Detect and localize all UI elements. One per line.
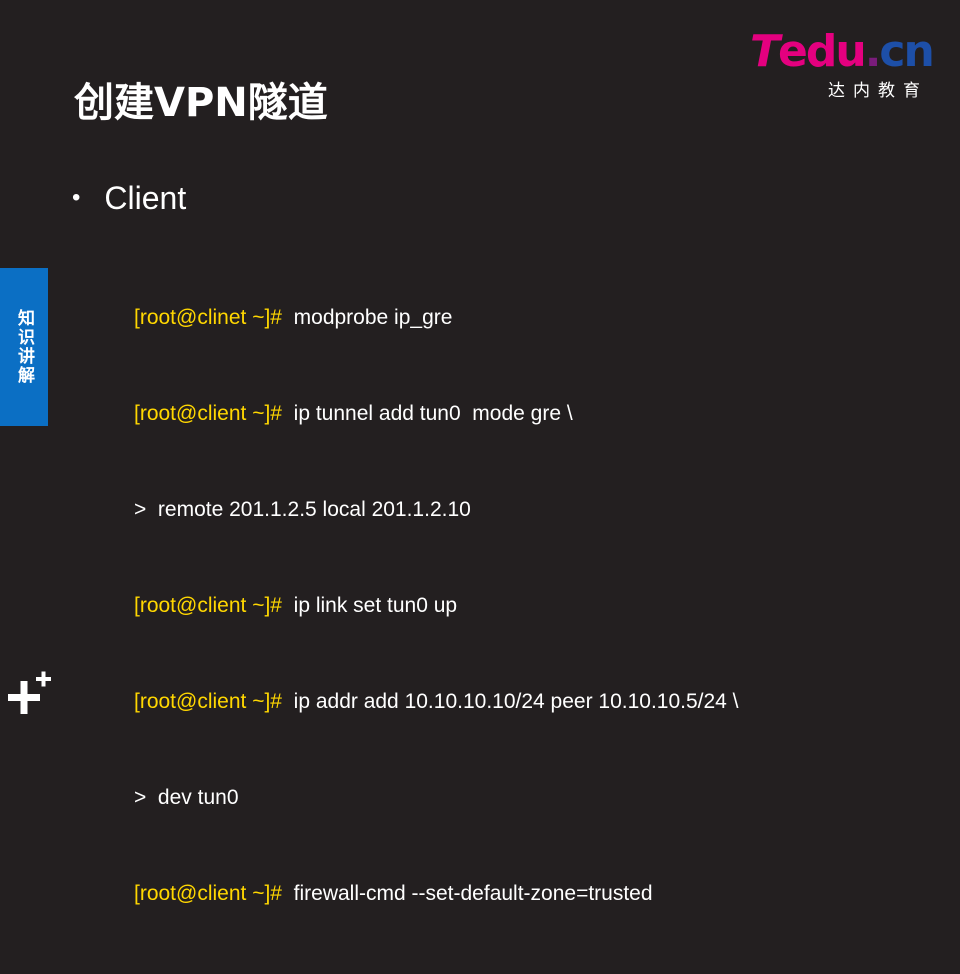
side-tab-knowledge: 知识讲解: [0, 268, 48, 426]
logo-letter-t: T: [750, 26, 780, 77]
code-command: firewall-cmd --set-default-zone=trusted: [281, 882, 653, 905]
code-line: > remote 201.1.2.5 local 201.1.2.10: [134, 494, 739, 526]
side-tab-label: 知识讲解: [14, 309, 34, 385]
code-line: [root@client ~]# ip tunnel add tun0 mode…: [134, 398, 739, 430]
bullet-text: Client: [104, 180, 187, 216]
plus-icon: [8, 671, 51, 714]
code-command: ip addr add 10.10.10.10/24 peer 10.10.10…: [281, 690, 739, 713]
code-line: [root@client ~]# firewall-cmd --set-defa…: [134, 878, 739, 910]
code-block: [root@clinet ~]# modprobe ip_gre [root@c…: [134, 238, 739, 974]
logo-wordmark: Tedu.cn: [750, 30, 935, 74]
logo-dot: .: [864, 26, 882, 77]
logo-edu: edu: [778, 26, 867, 77]
code-line: [root@client ~]# ip addr add 10.10.10.10…: [134, 686, 739, 718]
code-command: > dev tun0: [134, 786, 239, 809]
code-line: [root@clinet ~]# modprobe ip_gre: [134, 302, 739, 334]
tedu-logo: Tedu.cn 达内教育: [750, 30, 935, 102]
code-line: > dev tun0: [134, 782, 739, 814]
code-prompt: [root@client ~]#: [134, 402, 282, 425]
code-command: > remote 201.1.2.5 local 201.1.2.10: [134, 498, 471, 521]
code-command: ip link set tun0 up: [281, 594, 458, 617]
slide: 创建VPN隧道 Tedu.cn 达内教育 知识讲解 • Client [root…: [0, 0, 960, 905]
code-prompt: [root@client ~]#: [134, 882, 282, 905]
code-command: ip tunnel add tun0 mode gre \: [281, 402, 573, 425]
slide-title: 创建VPN隧道: [74, 80, 328, 126]
logo-cn: cn: [879, 26, 934, 77]
logo-subtitle: 达内教育: [828, 81, 928, 101]
bullet-client: • Client: [72, 180, 186, 217]
code-prompt: [root@client ~]#: [134, 594, 282, 617]
code-command: modprobe ip_gre: [281, 306, 453, 329]
code-prompt: [root@client ~]#: [134, 690, 282, 713]
code-prompt: [root@clinet ~]#: [134, 306, 282, 329]
bullet-icon: •: [72, 183, 81, 211]
code-line: [root@client ~]# ip link set tun0 up: [134, 590, 739, 622]
